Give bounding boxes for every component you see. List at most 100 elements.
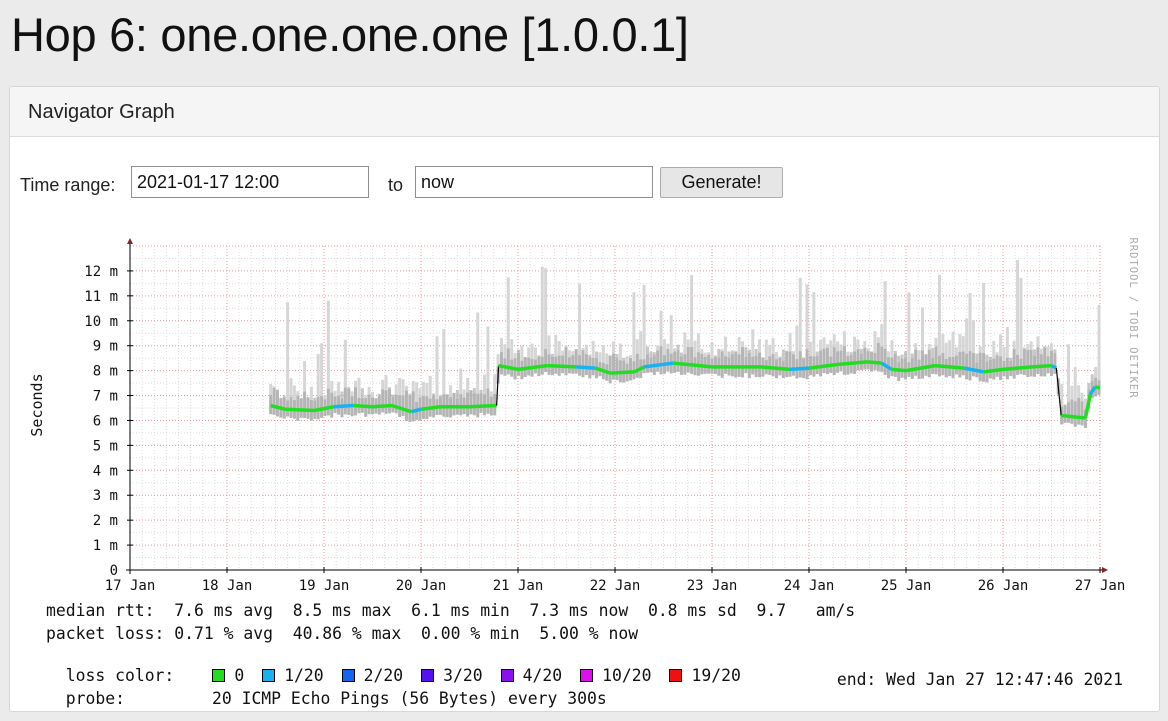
smoke-band bbox=[387, 387, 391, 414]
x-tick-label: 19 Jan bbox=[299, 578, 350, 594]
y-tick-label: 2 m bbox=[93, 513, 118, 529]
smoke-band bbox=[354, 387, 358, 416]
median-rtt-segment bbox=[1083, 393, 1093, 419]
smoke-band bbox=[1036, 347, 1040, 375]
median-rtt-segment bbox=[469, 403, 497, 409]
probe-text: 20 ICMP Echo Pings (56 Bytes) every 300s bbox=[211, 689, 607, 708]
smoke-band bbox=[791, 354, 795, 376]
smoke-band bbox=[727, 351, 731, 376]
smoke-band bbox=[781, 349, 785, 379]
smoke-band bbox=[744, 347, 748, 374]
smoke-band bbox=[815, 351, 819, 375]
x-tick-label: 17 Jan bbox=[105, 578, 156, 594]
median-rtt-segment bbox=[837, 360, 868, 367]
x-tick-label: 26 Jan bbox=[978, 578, 1029, 594]
smoke-band bbox=[1043, 347, 1047, 377]
smoke-band bbox=[808, 356, 812, 376]
smoke-band bbox=[893, 350, 897, 377]
smoke-band bbox=[486, 388, 490, 414]
smoke-band bbox=[459, 394, 463, 416]
smoke-band bbox=[724, 356, 728, 374]
smoke-band bbox=[500, 352, 504, 375]
smoke-band bbox=[1066, 402, 1070, 423]
loss-color-item: 19/20 bbox=[669, 666, 741, 685]
y-tick-label: 3 m bbox=[93, 488, 118, 504]
smoke-band bbox=[635, 353, 639, 378]
smoke-band bbox=[343, 387, 347, 415]
y-axis-arrow bbox=[127, 238, 133, 244]
smoke-band bbox=[615, 353, 619, 381]
smoke-band bbox=[394, 394, 398, 414]
smoke-band bbox=[880, 346, 884, 372]
smoke-band bbox=[747, 349, 751, 379]
median-rtt-segment bbox=[983, 367, 1004, 374]
smoke-band bbox=[934, 346, 938, 375]
smoke-band bbox=[961, 351, 965, 376]
smoke-band bbox=[883, 348, 887, 375]
smoke-band bbox=[758, 352, 762, 378]
smoke-band bbox=[299, 398, 303, 418]
smoke-band bbox=[391, 394, 395, 413]
smoke-band bbox=[954, 355, 958, 375]
smoke-band bbox=[574, 349, 578, 374]
loss-color-value: 19/20 bbox=[691, 666, 741, 685]
smoke-band bbox=[333, 396, 337, 414]
smoke-band bbox=[340, 391, 344, 418]
smoke-band bbox=[347, 388, 351, 415]
smoke-band bbox=[516, 349, 520, 376]
smoke-band bbox=[275, 390, 279, 417]
smoke-band bbox=[1077, 397, 1081, 425]
smoke-band bbox=[914, 349, 918, 376]
smoke-band bbox=[367, 394, 371, 415]
smoke-band bbox=[985, 354, 989, 383]
legend-probe: probe: 20 ICMP Echo Pings (56 Bytes) ever… bbox=[46, 670, 607, 708]
smoke-band bbox=[1063, 404, 1067, 423]
smoke-band bbox=[971, 353, 975, 377]
rrdtool-watermark: RRDTOOL / TOBI OETIKER bbox=[1127, 237, 1139, 398]
loss-color-value: 10/20 bbox=[602, 666, 652, 685]
smoke-band bbox=[730, 350, 734, 377]
smoke-band bbox=[707, 354, 711, 374]
x-tick-label: 18 Jan bbox=[202, 578, 253, 594]
smoke-band bbox=[622, 357, 626, 383]
legend-packet-loss: packet loss: 0.71 % avg 40.86 % max 0.00… bbox=[46, 624, 639, 643]
smoke-band bbox=[717, 348, 721, 376]
smoke-band bbox=[564, 347, 568, 376]
smoke-band bbox=[676, 344, 680, 372]
smoke-band bbox=[819, 350, 823, 377]
smoke-band bbox=[785, 350, 789, 378]
median-rtt-segment bbox=[1002, 365, 1033, 372]
smoke-band bbox=[856, 349, 860, 371]
smoke-band bbox=[1029, 349, 1033, 377]
smoke-band bbox=[432, 393, 436, 418]
smoke-band bbox=[941, 353, 945, 376]
smoke-band bbox=[978, 352, 982, 382]
smoke-band bbox=[645, 346, 649, 373]
x-tick-label: 20 Jan bbox=[396, 578, 447, 594]
smoke-band bbox=[608, 356, 612, 384]
y-axis-label: Seconds bbox=[28, 373, 46, 436]
smoke-band bbox=[561, 355, 565, 374]
median-rtt-segment bbox=[352, 403, 373, 409]
smoke-band bbox=[629, 358, 633, 381]
smoke-band bbox=[920, 350, 924, 379]
smoke-band bbox=[924, 354, 928, 376]
smoke-band bbox=[1016, 354, 1020, 375]
probe-label: probe: bbox=[65, 689, 125, 708]
median-rtt-segment bbox=[1061, 413, 1086, 420]
smoke-band bbox=[466, 392, 470, 417]
smoke-band bbox=[656, 350, 660, 372]
smoke-band bbox=[469, 390, 473, 415]
smoke-band bbox=[652, 352, 656, 375]
smoke-band bbox=[686, 346, 690, 373]
median-rtt-segment bbox=[867, 360, 882, 365]
smoke-band bbox=[890, 357, 894, 377]
smoke-band bbox=[968, 351, 972, 381]
smoke-band bbox=[839, 350, 843, 372]
smoke-band bbox=[320, 396, 324, 418]
smoke-band bbox=[768, 356, 772, 375]
smoke-band bbox=[381, 389, 385, 413]
x-axis-arrow bbox=[1102, 567, 1108, 573]
median-rtt-segment bbox=[333, 403, 354, 409]
smoke-band bbox=[741, 347, 745, 378]
